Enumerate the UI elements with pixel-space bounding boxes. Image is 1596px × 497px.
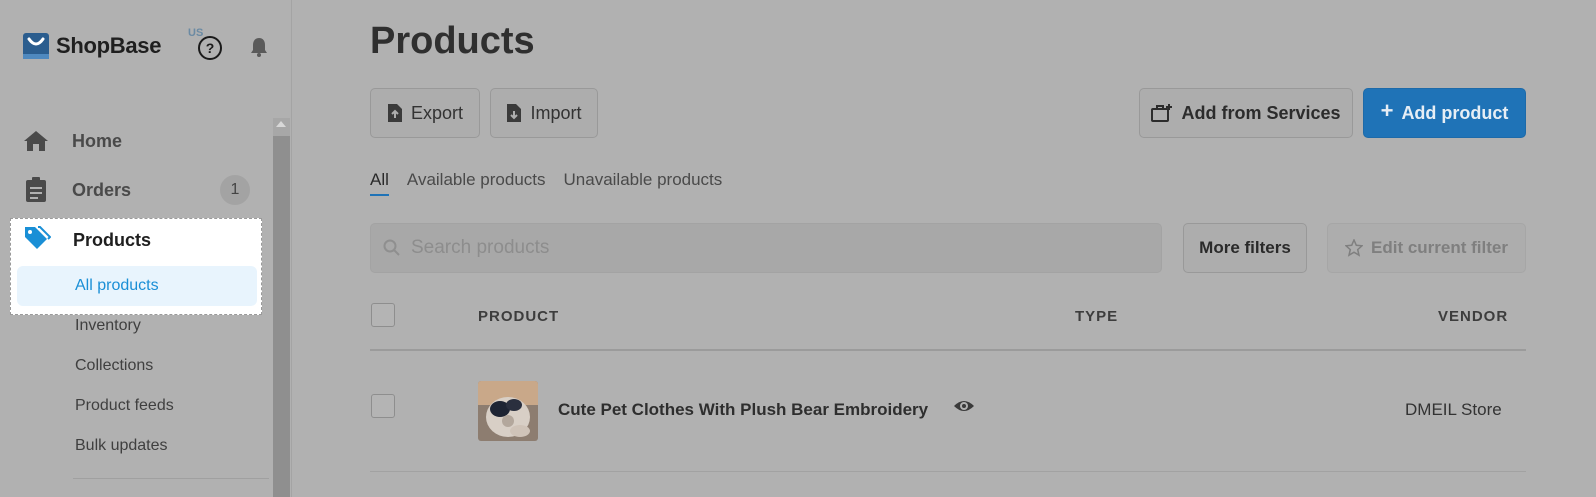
scrollbar-thumb[interactable] (273, 136, 290, 497)
divider (370, 349, 1526, 351)
search-input[interactable] (411, 237, 1111, 259)
brand-name: ShopBase (56, 33, 162, 58)
sidebar-item-label: Orders (72, 179, 132, 200)
add-product-label: Add product (1401, 102, 1509, 123)
column-header-type[interactable]: TYPE (1075, 308, 1118, 325)
sidebar-item-label: Home (72, 130, 123, 151)
tab-available-products[interactable]: Available products (407, 170, 546, 190)
plus-icon: + (1380, 98, 1394, 123)
home-icon (22, 127, 50, 155)
search-icon (383, 239, 400, 256)
edit-current-filter-button[interactable]: Edit current filter (1327, 223, 1526, 273)
file-export-icon (387, 104, 402, 122)
star-icon (1345, 239, 1364, 257)
divider (73, 478, 269, 479)
sidebar: ShopBase US ? Home Orders 1 Products All… (0, 0, 292, 497)
scroll-up-arrow-icon[interactable] (276, 121, 286, 127)
logo-bag-icon (23, 33, 49, 59)
import-button[interactable]: Import (490, 88, 598, 138)
product-thumbnail[interactable] (478, 381, 538, 441)
page-title: Products (370, 20, 535, 62)
add-from-services-label: Add from Services (1181, 102, 1341, 123)
orders-count-badge: 1 (220, 175, 250, 205)
product-vendor: DMEIL Store (1405, 400, 1502, 419)
product-name-link[interactable]: Cute Pet Clothes With Plush Bear Embroid… (558, 400, 928, 420)
eye-icon[interactable] (953, 398, 975, 414)
bell-icon[interactable] (248, 36, 270, 58)
sidebar-item-label: Products (73, 229, 152, 250)
more-filters-button[interactable]: More filters (1183, 223, 1307, 273)
search-box (370, 223, 1162, 273)
edit-current-filter-label: Edit current filter (1371, 238, 1508, 257)
divider (370, 471, 1526, 472)
add-from-services-button[interactable]: Add from Services (1139, 88, 1353, 138)
column-header-vendor[interactable]: VENDOR (1438, 308, 1508, 325)
brand-logo[interactable]: ShopBase US (22, 27, 203, 60)
select-all-checkbox[interactable] (371, 303, 395, 327)
row-checkbox[interactable] (371, 394, 395, 418)
sidebar-item-products[interactable]: Products (23, 225, 151, 255)
services-icon (1151, 104, 1173, 122)
products-nav-group: Products All products (10, 218, 262, 315)
sidebar-subitem-all-products[interactable]: All products (17, 266, 257, 306)
svg-text:?: ? (206, 40, 215, 56)
product-tabs: All Available products Unavailable produ… (370, 170, 740, 196)
file-import-icon (507, 104, 522, 122)
export-button[interactable]: Export (370, 88, 480, 138)
column-header-product[interactable]: PRODUCT (478, 308, 559, 325)
sidebar-item-orders[interactable]: Orders (22, 175, 131, 205)
import-label: Import (530, 102, 582, 123)
clipboard-icon (22, 176, 50, 204)
sidebar-subitem-product-feeds[interactable]: Product feeds (75, 397, 174, 415)
sidebar-subitem-collections[interactable]: Collections (75, 357, 153, 375)
sidebar-subitem-inventory[interactable]: Inventory (75, 317, 141, 335)
help-icon[interactable]: ? (198, 36, 222, 60)
tag-icon (23, 225, 52, 256)
tab-all[interactable]: All (370, 170, 389, 196)
tab-unavailable-products[interactable]: Unavailable products (564, 170, 723, 190)
sidebar-subitem-bulk-updates[interactable]: Bulk updates (75, 437, 168, 455)
add-product-button[interactable]: + Add product (1363, 88, 1526, 138)
sidebar-item-home[interactable]: Home (22, 126, 122, 156)
export-label: Export (410, 102, 464, 123)
